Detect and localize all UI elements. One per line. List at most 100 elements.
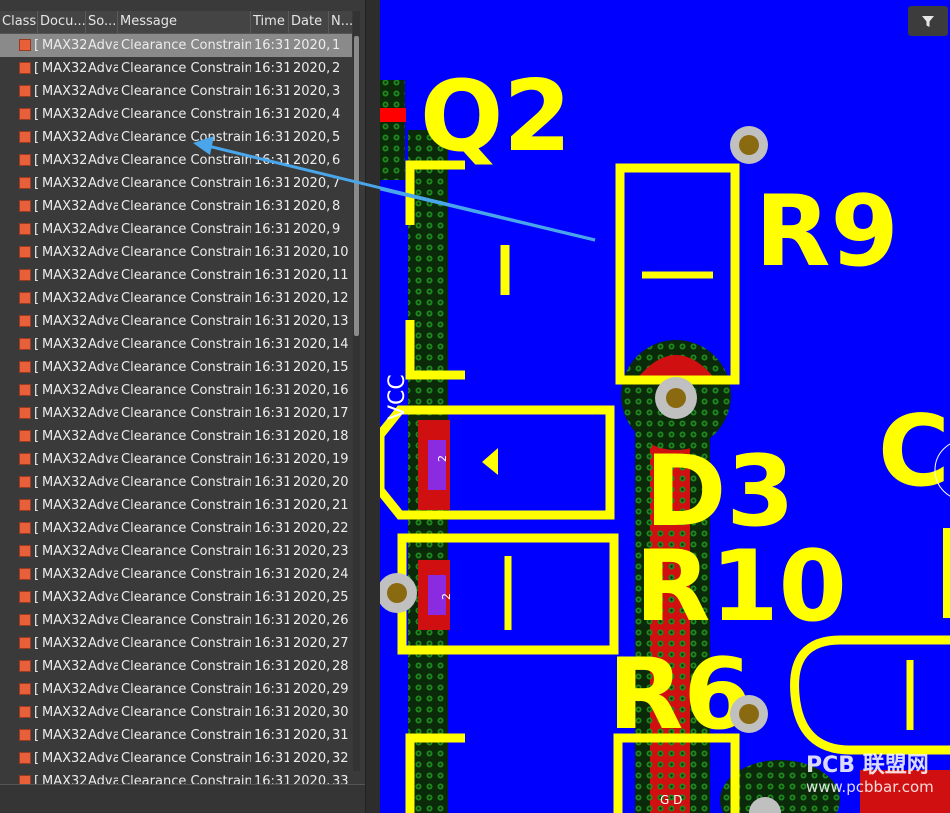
number-cell: 12 <box>332 291 349 306</box>
source-cell: Adva <box>88 107 118 122</box>
date-cell: 2020, <box>293 291 329 306</box>
copper-stub-left <box>380 80 405 180</box>
violation-icon <box>19 200 31 212</box>
table-row[interactable]: [MAX32 Adva Clearance Constraint: 16:31 2020… <box>0 34 352 57</box>
table-row[interactable]: [MAX32 Adva Clearance Constraint: 16:31 2020… <box>0 218 352 241</box>
via-pad-2-hole <box>666 388 686 408</box>
table-row[interactable]: [MAX32 Adva Clearance Constraint: 16:31 2020… <box>0 632 352 655</box>
table-row[interactable]: [MAX32 Adva Clearance Constraint: 16:31 2020… <box>0 149 352 172</box>
table-row[interactable]: [MAX32 Adva Clearance Constraint: 16:31 2020… <box>0 609 352 632</box>
number-cell: 27 <box>332 636 349 651</box>
message-cell: Clearance Constraint: <box>121 291 251 306</box>
class-cell: [ <box>34 613 40 628</box>
source-cell: Adva <box>88 291 118 306</box>
table-row[interactable]: [MAX32 Adva Clearance Constraint: 16:31 2020… <box>0 563 352 586</box>
message-cell: Clearance Constraint: <box>121 176 251 191</box>
document-cell: MAX32 <box>42 360 86 375</box>
table-row[interactable]: [MAX32 Adva Clearance Constraint: 16:31 2020… <box>0 678 352 701</box>
table-row[interactable]: [MAX32 Adva Clearance Constraint: 16:31 2020… <box>0 57 352 80</box>
document-cell: MAX32 <box>42 61 86 76</box>
table-row[interactable]: [MAX32 Adva Clearance Constraint: 16:31 2020… <box>0 333 352 356</box>
column-number[interactable]: N... <box>329 11 352 33</box>
message-cell: Clearance Constraint: <box>121 222 251 237</box>
table-row[interactable]: [MAX32 Adva Clearance Constraint: 16:31 2020… <box>0 379 352 402</box>
horizontal-scrollbar[interactable] <box>0 784 365 813</box>
message-cell: Clearance Constraint: <box>121 659 251 674</box>
column-date[interactable]: Date <box>289 11 329 33</box>
time-cell: 16:31 <box>254 682 289 697</box>
source-cell: Adva <box>88 360 118 375</box>
column-time[interactable]: Time <box>251 11 289 33</box>
pcb-canvas[interactable]: Q2 R9 D3 R10 R6 C VCC 2 2 G D PCB 联盟网 ww… <box>380 0 950 813</box>
table-row[interactable]: [MAX32 Adva Clearance Constraint: 16:31 2020… <box>0 195 352 218</box>
silk-cap-outline <box>790 635 950 755</box>
number-cell: 5 <box>332 130 341 145</box>
table-row[interactable]: [MAX32 Adva Clearance Constraint: 16:31 2020… <box>0 402 352 425</box>
time-cell: 16:31 <box>254 130 289 145</box>
table-row[interactable]: [MAX32 Adva Clearance Constraint: 16:31 2020… <box>0 724 352 747</box>
message-cell: Clearance Constraint: <box>121 61 251 76</box>
violation-icon <box>19 430 31 442</box>
number-cell: 32 <box>332 751 349 766</box>
table-row[interactable]: [MAX32 Adva Clearance Constraint: 16:31 2020… <box>0 241 352 264</box>
table-row[interactable]: [MAX32 Adva Clearance Constraint: 16:31 2020… <box>0 540 352 563</box>
table-row[interactable]: [MAX32 Adva Clearance Constraint: 16:31 2020… <box>0 471 352 494</box>
table-row[interactable]: [MAX32 Adva Clearance Constraint: 16:31 2020… <box>0 655 352 678</box>
table-row[interactable]: [MAX32 Adva Clearance Constraint: 16:31 2020… <box>0 310 352 333</box>
panel-splitter[interactable] <box>365 0 381 813</box>
table-row[interactable]: [MAX32 Adva Clearance Constraint: 16:31 2020… <box>0 126 352 149</box>
vertical-scrollbar-thumb[interactable] <box>354 36 359 336</box>
source-cell: Adva <box>88 176 118 191</box>
table-row[interactable]: [MAX32 Adva Clearance Constraint: 16:31 2020… <box>0 747 352 770</box>
class-cell: [ <box>34 705 40 720</box>
source-cell: Adva <box>88 245 118 260</box>
message-cell: Clearance Constraint: <box>121 130 251 145</box>
table-row[interactable]: [MAX32 Adva Clearance Constraint: 16:31 2020… <box>0 287 352 310</box>
source-cell: Adva <box>88 153 118 168</box>
class-cell: [ <box>34 61 40 76</box>
time-cell: 16:31 <box>254 544 289 559</box>
column-document[interactable]: Docu... <box>38 11 86 33</box>
table-row[interactable]: [MAX32 Adva Clearance Constraint: 16:31 2020… <box>0 264 352 287</box>
table-row[interactable]: [MAX32 Adva Clearance Constraint: 16:31 2020… <box>0 517 352 540</box>
column-class[interactable]: Class <box>0 11 38 33</box>
table-row[interactable]: [MAX32 Adva Clearance Constraint: 16:31 2020… <box>0 103 352 126</box>
table-row[interactable]: [MAX32 Adva Clearance Constraint: 16:31 2020… <box>0 586 352 609</box>
time-cell: 16:31 <box>254 268 289 283</box>
source-cell: Adva <box>88 406 118 421</box>
number-cell: 6 <box>332 153 341 168</box>
filter-button[interactable] <box>908 6 948 36</box>
table-row[interactable]: [MAX32 Adva Clearance Constraint: 16:31 2020… <box>0 425 352 448</box>
message-cell: Clearance Constraint: <box>121 544 251 559</box>
table-row[interactable]: [MAX32 Adva Clearance Constraint: 16:31 2020… <box>0 80 352 103</box>
table-row[interactable]: [MAX32 Adva Clearance Constraint: 16:31 2020… <box>0 494 352 517</box>
table-row[interactable]: [MAX32 Adva Clearance Constraint: 16:31 2020… <box>0 701 352 724</box>
time-cell: 16:31 <box>254 360 289 375</box>
message-cell: Clearance Constraint: <box>121 751 251 766</box>
violation-icon <box>19 384 31 396</box>
source-cell: Adva <box>88 383 118 398</box>
message-cell: Clearance Constraint: <box>121 337 251 352</box>
source-cell: Adva <box>88 314 118 329</box>
column-source[interactable]: So... <box>86 11 118 33</box>
violation-icon <box>19 85 31 97</box>
source-cell: Adva <box>88 544 118 559</box>
time-cell: 16:31 <box>254 107 289 122</box>
document-cell: MAX32 <box>42 590 86 605</box>
pcb-view[interactable]: Q2 R9 D3 R10 R6 C VCC 2 2 G D PCB 联盟网 ww… <box>380 0 950 813</box>
source-cell: Adva <box>88 659 118 674</box>
source-cell: Adva <box>88 728 118 743</box>
table-row[interactable]: [MAX32 Adva Clearance Constraint: 16:31 2020… <box>0 356 352 379</box>
source-cell: Adva <box>88 751 118 766</box>
date-cell: 2020, <box>293 659 329 674</box>
table-row[interactable]: [MAX32 Adva Clearance Constraint: 16:31 2020… <box>0 448 352 471</box>
document-cell: MAX32 <box>42 291 86 306</box>
document-cell: MAX32 <box>42 84 86 99</box>
number-cell: 9 <box>332 222 341 237</box>
time-cell: 16:31 <box>254 475 289 490</box>
date-cell: 2020, <box>293 268 329 283</box>
table-row[interactable]: [MAX32 Adva Clearance Constraint: 16:31 2020… <box>0 172 352 195</box>
column-message[interactable]: Message <box>118 11 251 33</box>
message-cell: Clearance Constraint: <box>121 590 251 605</box>
class-cell: [ <box>34 429 40 444</box>
